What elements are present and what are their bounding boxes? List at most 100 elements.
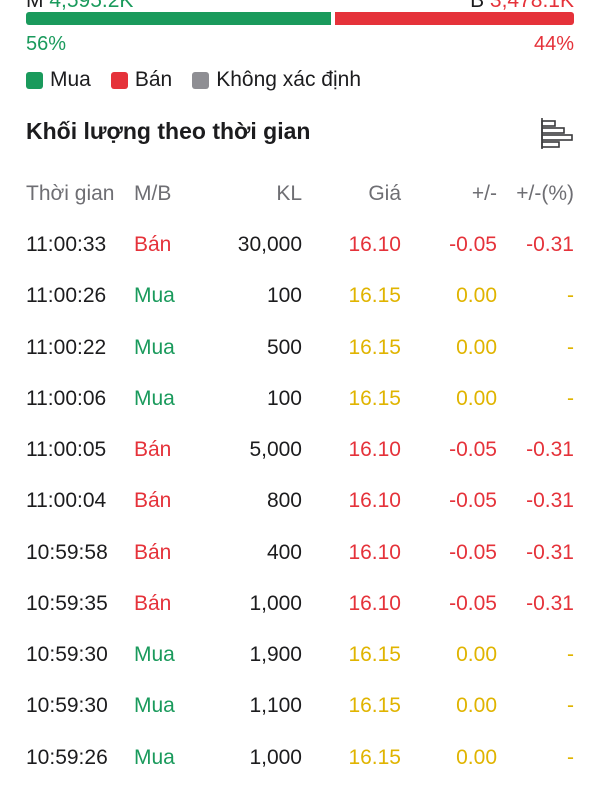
- row-time: 11:00:04: [26, 489, 107, 512]
- row-change: 0.00: [456, 694, 497, 717]
- sell-prefix: B: [470, 0, 485, 12]
- row-side: Bán: [134, 541, 172, 564]
- row-volume: 5,000: [249, 438, 302, 461]
- table-row: 10:59:58 Bán 400 16.10 -0.05 -0.31: [0, 541, 600, 571]
- column-header-price: Giá: [368, 182, 401, 205]
- row-price: 16.10: [348, 233, 401, 256]
- row-side: Bán: [134, 489, 172, 512]
- buy-percentage: 56%: [26, 33, 67, 55]
- bar-chart-horizontal-icon[interactable]: [538, 116, 574, 152]
- row-time: 10:59:30: [26, 694, 108, 717]
- row-volume: 1,100: [249, 694, 302, 717]
- legend: Mua Bán Không xác định: [26, 68, 381, 92]
- row-change-pct: -0.31: [526, 438, 574, 461]
- sell-ratio-fill: [334, 12, 574, 25]
- buy-prefix: M: [26, 0, 44, 12]
- row-price: 16.10: [348, 438, 401, 461]
- row-time: 11:00:33: [26, 233, 107, 256]
- column-header-time: Thời gian: [26, 182, 115, 205]
- row-side: Bán: [134, 233, 172, 256]
- row-volume: 1,900: [249, 643, 302, 666]
- row-volume: 100: [266, 387, 302, 410]
- table-row: 11:00:04 Bán 800 16.10 -0.05 -0.31: [0, 489, 600, 519]
- table-row: 10:59:30 Mua 1,100 16.15 0.00 -: [0, 694, 600, 724]
- row-price: 16.10: [348, 541, 401, 564]
- row-change-pct: -0.31: [526, 592, 574, 615]
- row-change: -0.05: [449, 438, 497, 461]
- row-price: 16.15: [348, 694, 401, 717]
- row-price: 16.15: [348, 643, 401, 666]
- row-price: 16.15: [348, 746, 401, 769]
- row-price: 16.15: [348, 336, 401, 359]
- column-header-side: M/B: [134, 182, 172, 205]
- row-time: 10:59:58: [26, 541, 108, 564]
- table-row: 11:00:33 Bán 30,000 16.10 -0.05 -0.31: [0, 233, 600, 263]
- row-change-pct: -0.31: [526, 489, 574, 512]
- row-change: -0.05: [449, 541, 497, 564]
- sell-volume-value: 3,478.1K: [489, 0, 574, 12]
- row-time: 10:59:26: [26, 746, 108, 769]
- sell-swatch: [110, 71, 128, 89]
- row-change-pct: -: [567, 284, 574, 307]
- sell-percentage: 44%: [533, 33, 574, 55]
- legend-buy-label: Mua: [50, 68, 91, 91]
- table-row: 10:59:35 Bán 1,000 16.10 -0.05 -0.31: [0, 592, 600, 622]
- row-side: Bán: [134, 592, 172, 615]
- section-header: Khối lượng theo thời gian: [26, 116, 574, 150]
- legend-unknown-label: Không xác định: [216, 68, 362, 91]
- table-row: 11:00:06 Mua 100 16.15 0.00 -: [0, 387, 600, 417]
- column-header-volume: KL: [276, 182, 302, 205]
- row-change: 0.00: [456, 336, 497, 359]
- row-time: 10:59:30: [26, 643, 108, 666]
- row-change-pct: -: [567, 694, 574, 717]
- row-price: 16.15: [348, 387, 401, 410]
- row-volume: 30,000: [237, 233, 302, 256]
- row-time: 11:00:26: [26, 284, 107, 307]
- legend-item-sell: Bán: [110, 68, 173, 92]
- row-time: 11:00:06: [26, 387, 107, 410]
- row-change: -0.05: [449, 592, 497, 615]
- row-side: Mua: [134, 694, 175, 717]
- table-header: Thời gian M/B KL Giá +/- +/-(%): [0, 182, 600, 212]
- table-row: 10:59:30 Mua 1,900 16.15 0.00 -: [0, 643, 600, 673]
- row-side: Mua: [134, 336, 175, 359]
- unknown-swatch: [192, 71, 210, 89]
- table-row: 11:00:05 Bán 5,000 16.10 -0.05 -0.31: [0, 438, 600, 468]
- ratio-percentages: 56% 44%: [26, 33, 574, 57]
- row-change-pct: -: [567, 336, 574, 359]
- buy-swatch: [26, 71, 43, 89]
- buy-ratio-fill: [26, 12, 331, 25]
- column-header-change-pct: +/-(%): [516, 182, 574, 205]
- row-side: Mua: [134, 746, 175, 769]
- row-change: -0.05: [449, 233, 497, 256]
- row-change-pct: -0.31: [526, 541, 574, 564]
- row-time: 11:00:22: [26, 336, 107, 359]
- legend-item-buy: Mua: [26, 68, 91, 92]
- row-volume: 800: [266, 489, 302, 512]
- row-side: Mua: [134, 387, 175, 410]
- row-volume: 400: [266, 541, 302, 564]
- row-change-pct: -0.31: [526, 233, 574, 256]
- buy-sell-ratio-bar: [26, 12, 574, 25]
- row-time: 10:59:35: [26, 592, 108, 615]
- row-change-pct: -: [567, 643, 574, 666]
- row-change-pct: -: [567, 746, 574, 769]
- row-volume: 100: [266, 284, 302, 307]
- row-volume: 1,000: [249, 746, 302, 769]
- row-change: 0.00: [456, 643, 497, 666]
- row-change: -0.05: [449, 489, 497, 512]
- table-row: 11:00:22 Mua 500 16.15 0.00 -: [0, 336, 600, 366]
- row-change: 0.00: [456, 387, 497, 410]
- legend-item-unknown: Không xác định: [192, 68, 361, 92]
- row-change: 0.00: [456, 284, 497, 307]
- column-header-change: +/-: [471, 182, 497, 205]
- buy-volume-value: 4,595.2K: [49, 0, 134, 12]
- row-volume: 500: [266, 336, 302, 359]
- row-price: 16.15: [348, 284, 401, 307]
- row-price: 16.10: [348, 592, 401, 615]
- row-time: 11:00:05: [26, 438, 107, 461]
- row-change: 0.00: [456, 746, 497, 769]
- section-title: Khối lượng theo thời gian: [26, 118, 311, 144]
- table-row: 11:00:26 Mua 100 16.15 0.00 -: [0, 284, 600, 314]
- legend-sell-label: Bán: [134, 68, 173, 91]
